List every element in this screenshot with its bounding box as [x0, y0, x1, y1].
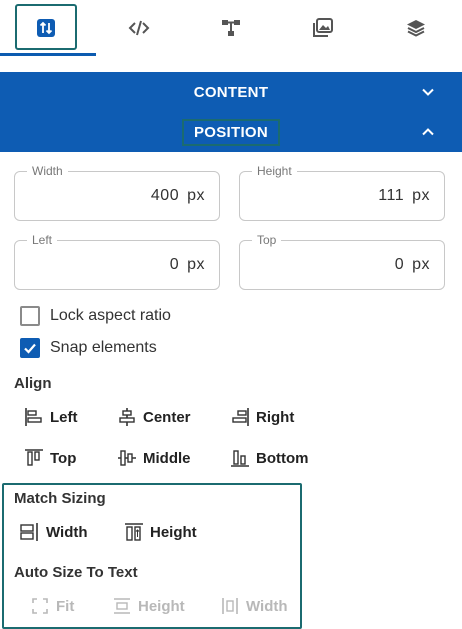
left-field-label: Left [27, 233, 58, 247]
top-field-value-group: 0 px [395, 256, 430, 274]
match-height-button[interactable]: Height [124, 520, 197, 544]
active-tab-highlight [15, 4, 77, 50]
align-heading: Align [14, 375, 52, 392]
tab-media[interactable] [277, 0, 369, 56]
chevron-up-icon [422, 128, 434, 136]
align-left-button[interactable]: Left [24, 405, 78, 429]
auto-size-heading: Auto Size To Text [14, 564, 138, 581]
match-sizing-heading: Match Sizing [14, 490, 106, 507]
top-unit: px [412, 256, 430, 273]
width-field-value-group: 400 px [151, 187, 205, 205]
tab-layers[interactable] [370, 0, 462, 56]
section-header-group: CONTENT POSITION [0, 72, 462, 152]
height-field[interactable]: Height 111 px [239, 164, 445, 221]
align-right-label: Right [256, 408, 295, 426]
tab-layout[interactable] [0, 0, 96, 56]
position-section-header[interactable]: POSITION [0, 112, 462, 152]
snap-elements-label: Snap elements [50, 339, 157, 356]
top-field-label: Top [252, 233, 282, 247]
content-section-header[interactable]: CONTENT [0, 72, 462, 112]
chevron-down-icon [422, 88, 434, 96]
align-top-label: Top [50, 449, 77, 467]
align-bottom-icon [231, 450, 249, 467]
lock-aspect-ratio-label: Lock aspect ratio [50, 307, 171, 324]
align-center-button[interactable]: Center [117, 405, 191, 429]
layers-icon [406, 20, 425, 37]
align-bottom-button[interactable]: Bottom [230, 446, 309, 470]
left-value: 0 [169, 256, 180, 273]
width-unit: px [187, 187, 205, 204]
auto-size-fit-label: Fit [56, 597, 75, 615]
fit-height-icon [114, 598, 130, 614]
top-value: 0 [394, 256, 405, 273]
height-unit: px [412, 187, 430, 204]
auto-size-width-button[interactable]: Width [220, 594, 288, 618]
left-unit: px [187, 256, 205, 273]
hierarchy-icon [222, 20, 241, 36]
top-field[interactable]: Top 0 px [239, 233, 445, 290]
code-icon [128, 20, 150, 36]
align-bottom-label: Bottom [256, 449, 309, 467]
height-field-value-group: 111 px [378, 187, 430, 205]
align-left-label: Left [50, 408, 78, 426]
lock-aspect-ratio-option[interactable]: Lock aspect ratio [20, 304, 171, 328]
align-left-icon [25, 408, 42, 426]
align-middle-label: Middle [143, 449, 191, 467]
content-section-label: CONTENT [193, 83, 269, 101]
tab-underline [0, 53, 96, 56]
match-width-icon [20, 523, 38, 541]
match-width-label: Width [46, 523, 88, 541]
width-field[interactable]: Width 400 px [14, 164, 220, 221]
left-field[interactable]: Left 0 px [14, 233, 220, 290]
auto-size-fit-button[interactable]: Fit [30, 594, 74, 618]
position-section-label: POSITION [181, 118, 281, 146]
align-center-label: Center [143, 408, 191, 426]
align-middle-button[interactable]: Middle [117, 446, 191, 470]
height-value: 111 [378, 187, 405, 204]
left-field-value-group: 0 px [170, 256, 205, 274]
auto-size-height-label: Height [138, 597, 185, 615]
images-icon [313, 18, 334, 37]
fit-width-icon [222, 598, 238, 614]
checkmark-icon [24, 343, 36, 354]
snap-elements-option[interactable]: Snap elements [20, 336, 157, 360]
width-value: 400 [150, 187, 180, 204]
align-right-button[interactable]: Right [230, 405, 294, 429]
align-middle-icon [118, 450, 136, 466]
match-height-label: Height [150, 523, 197, 541]
align-top-button[interactable]: Top [24, 446, 76, 470]
align-center-icon [119, 408, 135, 426]
tab-bar [0, 0, 462, 56]
height-field-label: Height [252, 164, 297, 178]
auto-size-height-button[interactable]: Height [112, 594, 185, 618]
match-height-icon [125, 523, 143, 541]
match-width-button[interactable]: Width [20, 520, 88, 544]
auto-size-width-label: Width [246, 597, 288, 615]
tab-code[interactable] [92, 0, 184, 56]
width-field-label: Width [27, 164, 68, 178]
align-right-icon [232, 408, 249, 426]
tab-structure[interactable] [185, 0, 277, 56]
align-top-icon [25, 449, 43, 466]
fit-icon [32, 598, 48, 614]
snap-elements-checkbox[interactable] [20, 338, 40, 358]
lock-aspect-ratio-checkbox[interactable] [20, 306, 40, 326]
